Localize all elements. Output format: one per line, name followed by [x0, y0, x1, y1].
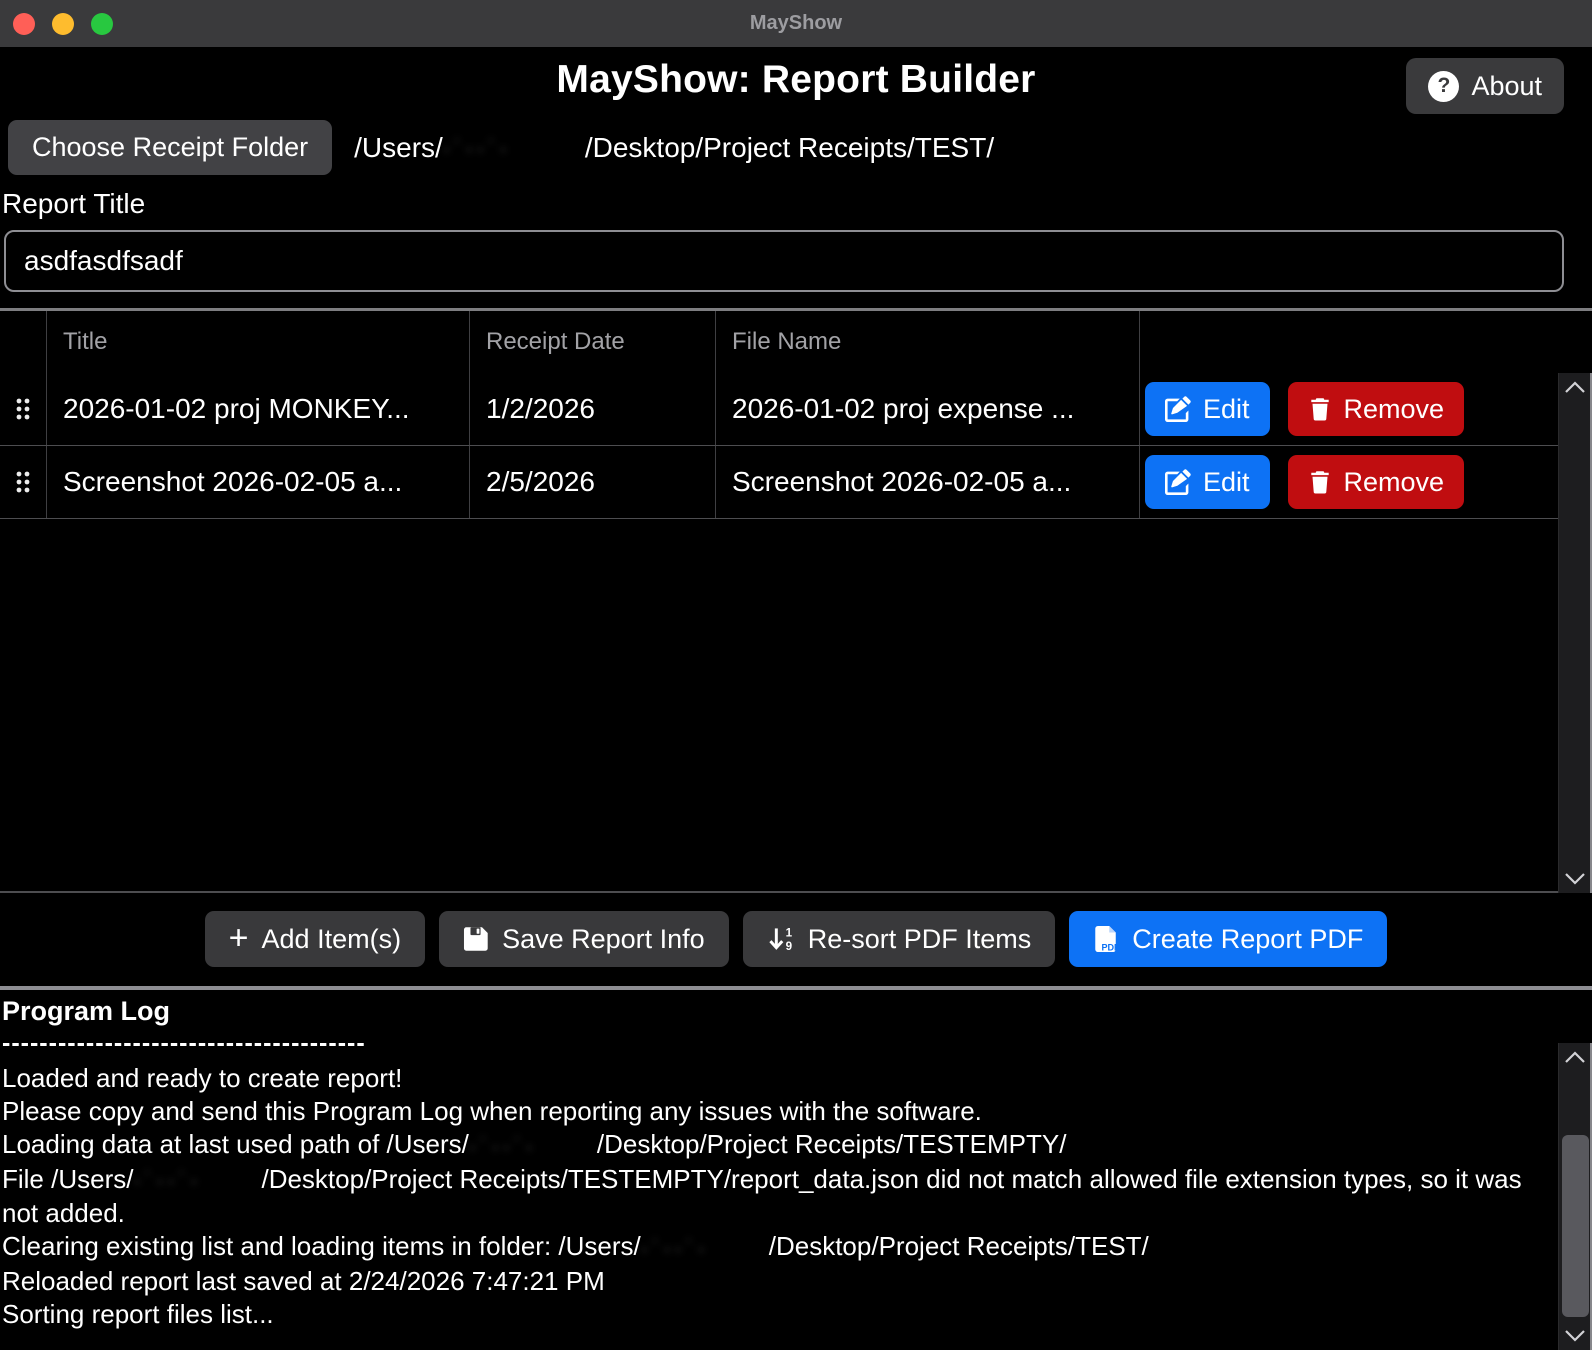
pencil-square-icon: [1165, 396, 1191, 422]
about-button[interactable]: ? About: [1406, 58, 1564, 114]
page-title: MayShow: Report Builder: [0, 58, 1592, 102]
save-report-info-button[interactable]: Save Report Info: [439, 911, 729, 967]
pdf-file-icon: PDF: [1093, 925, 1119, 953]
edit-button[interactable]: Edit: [1145, 382, 1270, 436]
question-circle-icon: ?: [1428, 71, 1459, 102]
svg-text:PDF: PDF: [1102, 943, 1120, 953]
pencil-square-icon: [1165, 469, 1191, 495]
drag-handle[interactable]: [0, 373, 47, 445]
window-title: MayShow: [750, 12, 842, 35]
bottom-toolbar: + Add Item(s) Save Report Info 19 Re-sor…: [0, 911, 1592, 967]
scrollbar-thumb[interactable]: [1562, 1135, 1589, 1317]
svg-text:1: 1: [785, 927, 792, 940]
edit-button[interactable]: Edit: [1145, 455, 1270, 509]
sort-numeric-down-icon: 19: [767, 926, 795, 952]
report-title-label: Report Title: [2, 188, 145, 220]
redacted-username: ·˙··˙·: [443, 136, 585, 162]
resort-pdf-items-label: Re-sort PDF Items: [808, 924, 1032, 955]
row-date-cell: 2/5/2026: [470, 446, 716, 518]
column-header-receipt-date: Receipt Date: [470, 311, 716, 373]
program-log[interactable]: Program Log ----------------------------…: [2, 996, 1542, 1331]
grip-dots-icon: [13, 470, 33, 494]
folder-row: Choose Receipt Folder /Users/·˙··˙·/Desk…: [8, 120, 994, 175]
scroll-down-icon[interactable]: [1563, 872, 1587, 885]
remove-button[interactable]: Remove: [1288, 455, 1465, 509]
trash-icon: [1308, 469, 1332, 495]
resort-pdf-items-button[interactable]: 19 Re-sort PDF Items: [743, 911, 1056, 967]
trash-icon: [1308, 396, 1332, 422]
log-line: Clearing existing list and loading items…: [2, 1230, 1542, 1265]
close-window-button[interactable]: [13, 13, 35, 35]
remove-button-label: Remove: [1344, 467, 1445, 498]
column-header-file-name: File Name: [716, 311, 1140, 373]
drag-handle-header-cell: [0, 311, 47, 373]
column-header-actions: [1140, 311, 1592, 373]
row-date-cell: 1/2/2026: [470, 373, 716, 445]
about-button-label: About: [1471, 71, 1542, 102]
save-floppy-icon: [463, 926, 489, 952]
log-line: Loaded and ready to create report!: [2, 1062, 1542, 1095]
row-file-cell: Screenshot 2026-02-05 a...: [716, 446, 1140, 518]
row-actions-cell: Edit Remove: [1140, 446, 1592, 518]
drag-handle[interactable]: [0, 446, 47, 518]
scroll-down-icon[interactable]: [1563, 1329, 1587, 1342]
column-header-title: Title: [47, 311, 470, 373]
log-text: File /Users/: [2, 1164, 133, 1194]
log-scrollbar[interactable]: [1558, 1043, 1592, 1350]
table-row: Screenshot 2026-02-05 a... 2/5/2026 Scre…: [0, 446, 1592, 519]
report-title-input[interactable]: [4, 230, 1564, 292]
add-items-label: Add Item(s): [262, 924, 402, 955]
table-header-row: Title Receipt Date File Name: [0, 311, 1592, 373]
log-line: Please copy and send this Program Log wh…: [2, 1095, 1542, 1128]
log-separator: ---------------------------------------: [2, 1029, 1542, 1058]
svg-text:9: 9: [785, 940, 792, 952]
remove-button-label: Remove: [1344, 394, 1445, 425]
report-items-table: Title Receipt Date File Name 2026-01-02 …: [0, 308, 1592, 893]
choose-receipt-folder-button[interactable]: Choose Receipt Folder: [8, 120, 332, 175]
window-titlebar: MayShow: [0, 0, 1592, 47]
row-actions-cell: Edit Remove: [1140, 373, 1592, 445]
scroll-up-icon[interactable]: [1563, 381, 1587, 394]
traffic-lights: [13, 13, 113, 35]
program-log-title: Program Log: [2, 996, 1542, 1027]
create-report-pdf-button[interactable]: PDF Create Report PDF: [1069, 911, 1387, 967]
table-scrollbar[interactable]: [1558, 373, 1592, 893]
create-report-pdf-label: Create Report PDF: [1132, 924, 1363, 955]
log-line: File /Users/·˙··˙·/Desktop/Project Recei…: [2, 1163, 1542, 1231]
zoom-window-button[interactable]: [91, 13, 113, 35]
plus-icon: +: [229, 921, 249, 955]
log-line: Sorting report files list...: [2, 1298, 1542, 1331]
log-divider: [0, 986, 1592, 990]
save-report-info-label: Save Report Info: [502, 924, 705, 955]
edit-button-label: Edit: [1203, 467, 1250, 498]
redacted-username: ·˙··˙·: [641, 1232, 769, 1265]
remove-button[interactable]: Remove: [1288, 382, 1465, 436]
grip-dots-icon: [13, 397, 33, 421]
log-line: Reloaded report last saved at 2/24/2026 …: [2, 1265, 1542, 1298]
row-title-cell: 2026-01-02 proj MONKEY...: [47, 373, 470, 445]
path-prefix: /Users/: [354, 132, 443, 163]
log-text: /Desktop/Project Receipts/TEST/: [769, 1231, 1149, 1261]
row-file-cell: 2026-01-02 proj expense ...: [716, 373, 1140, 445]
receipt-folder-path: /Users/·˙··˙·/Desktop/Project Receipts/T…: [354, 132, 994, 164]
app-window: MayShow MayShow: Report Builder ? About …: [0, 0, 1592, 1350]
log-line: Loading data at last used path of /Users…: [2, 1128, 1542, 1163]
redacted-username: ·˙··˙·: [469, 1130, 597, 1163]
path-suffix: /Desktop/Project Receipts/TEST/: [585, 132, 994, 163]
scroll-up-icon[interactable]: [1563, 1051, 1587, 1064]
log-text: /Desktop/Project Receipts/TESTEMPTY/: [597, 1129, 1067, 1159]
add-items-button[interactable]: + Add Item(s): [205, 911, 425, 967]
minimize-window-button[interactable]: [52, 13, 74, 35]
redacted-username: ·˙··˙·: [133, 1164, 261, 1197]
log-text: Clearing existing list and loading items…: [2, 1231, 641, 1261]
row-title-cell: Screenshot 2026-02-05 a...: [47, 446, 470, 518]
log-text: Loading data at last used path of /Users…: [2, 1129, 469, 1159]
edit-button-label: Edit: [1203, 394, 1250, 425]
table-row: 2026-01-02 proj MONKEY... 1/2/2026 2026-…: [0, 373, 1592, 446]
